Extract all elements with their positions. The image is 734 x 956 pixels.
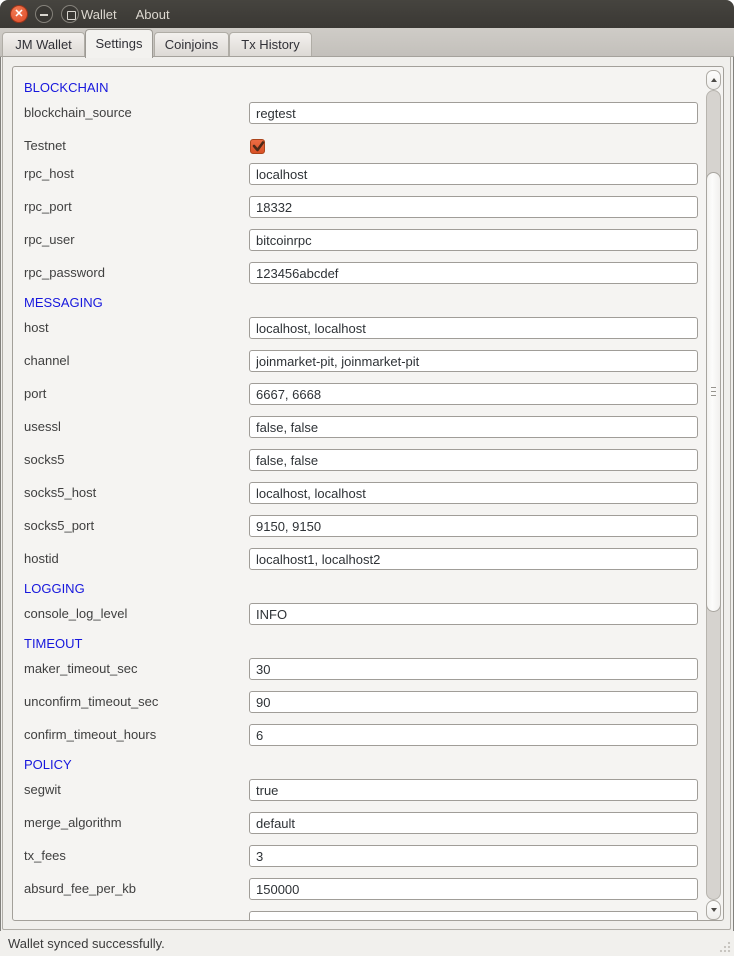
- titlebar[interactable]: ✕ Wallet About: [0, 0, 734, 29]
- tab-tx-history[interactable]: Tx History: [229, 32, 312, 57]
- field-label-channel: channel: [24, 350, 70, 372]
- socks5-input[interactable]: [249, 449, 698, 471]
- field-label-socks5_port: socks5_port: [24, 515, 94, 537]
- thumb-grip-icon: [711, 391, 716, 392]
- tab-settings[interactable]: Settings: [85, 29, 153, 58]
- field-label-segwit: segwit: [24, 779, 61, 801]
- settings-form: BLOCKCHAIN blockchain_source Testnet rpc_ho…: [13, 67, 723, 920]
- blockchain_source-input[interactable]: [249, 102, 698, 124]
- merge_algorithm-input[interactable]: [249, 812, 698, 834]
- port-input[interactable]: [249, 383, 698, 405]
- section-heading-logging: LOGGING: [24, 581, 85, 597]
- field-label-rpc_password: rpc_password: [24, 262, 105, 284]
- field-label-tx_fees: tx_fees: [24, 845, 66, 867]
- scrollbar-down-button[interactable]: [706, 900, 721, 920]
- scroll-down-icon: [711, 908, 717, 912]
- scroll-up-icon: [711, 78, 717, 82]
- confirm_timeout_hours-input[interactable]: [249, 724, 698, 746]
- minimize-icon: [40, 14, 48, 16]
- field-label-maker_timeout_sec: maker_timeout_sec: [24, 658, 137, 680]
- field-label-port: port: [24, 383, 46, 405]
- field-label-Testnet: Testnet: [24, 135, 66, 157]
- field-label-usessl: usessl: [24, 416, 61, 438]
- field-label-rpc_user: rpc_user: [24, 229, 75, 251]
- field-label-rpc_host: rpc_host: [24, 163, 74, 185]
- socks5_host-input[interactable]: [249, 482, 698, 504]
- field-label-host: host: [24, 317, 49, 339]
- scrollbar-thumb[interactable]: [706, 172, 721, 612]
- status-bar: Wallet synced successfully.: [0, 931, 734, 956]
- rpc_host-input[interactable]: [249, 163, 698, 185]
- field-label-unconfirm_timeout_sec: unconfirm_timeout_sec: [24, 691, 158, 713]
- menu-wallet[interactable]: Wallet: [79, 7, 119, 22]
- tab-jm-wallet[interactable]: JM Wallet: [2, 32, 85, 57]
- field-label-blockchain_source: blockchain_source: [24, 102, 132, 124]
- tx_fees-input[interactable]: [249, 845, 698, 867]
- resize-grip[interactable]: [716, 938, 731, 953]
- field-label-confirm_timeout_hours: confirm_timeout_hours: [24, 724, 156, 746]
- settings-tab-pane: BLOCKCHAIN blockchain_source Testnet rpc_ho…: [2, 56, 731, 930]
- segwit-input[interactable]: [249, 779, 698, 801]
- check-icon: [251, 139, 266, 154]
- host-input[interactable]: [249, 317, 698, 339]
- status-message: Wallet synced successfully.: [8, 936, 165, 951]
- field-label-hostid: hostid: [24, 548, 59, 570]
- close-icon: ✕: [11, 6, 27, 22]
- rpc_port-input[interactable]: [249, 196, 698, 218]
- maximize-button[interactable]: [61, 5, 79, 23]
- console_log_level-input[interactable]: [249, 603, 698, 625]
- section-heading-timeout: TIMEOUT: [24, 636, 83, 652]
- rpc_password-input[interactable]: [249, 262, 698, 284]
- thumb-grip-icon: [711, 387, 716, 388]
- settings-scroll-area: BLOCKCHAIN blockchain_source Testnet rpc_ho…: [12, 66, 724, 921]
- vertical-scrollbar[interactable]: [705, 68, 722, 919]
- thumb-grip-icon: [711, 395, 716, 396]
- testnet-checkbox[interactable]: [250, 139, 265, 154]
- tab-coinjoins[interactable]: Coinjoins: [154, 32, 229, 57]
- section-heading-blockchain: BLOCKCHAIN: [24, 80, 109, 96]
- field-label-merge_algorithm: merge_algorithm: [24, 812, 122, 834]
- scrollbar-up-button[interactable]: [706, 70, 721, 90]
- maker_timeout_sec-input[interactable]: [249, 658, 698, 680]
- section-heading-messaging: MESSAGING: [24, 295, 103, 311]
- menu-about[interactable]: About: [134, 7, 172, 22]
- tab-bar: JM WalletSettingsCoinjoinsTx History: [0, 28, 734, 57]
- unconfirm_timeout_sec-input[interactable]: [249, 691, 698, 713]
- socks5_port-input[interactable]: [249, 515, 698, 537]
- field-label-socks5_host: socks5_host: [24, 482, 96, 504]
- app-window: ✕ Wallet About JM WalletSettingsCoinjoin…: [0, 0, 734, 956]
- absurd_fee_per_kb-input[interactable]: [249, 878, 698, 900]
- minimize-button[interactable]: [35, 5, 53, 23]
- section-heading-policy: POLICY: [24, 757, 72, 773]
- partial-input[interactable]: [249, 911, 698, 921]
- rpc_user-input[interactable]: [249, 229, 698, 251]
- field-label-rpc_port: rpc_port: [24, 196, 72, 218]
- hostid-input[interactable]: [249, 548, 698, 570]
- field-label-absurd_fee_per_kb: absurd_fee_per_kb: [24, 878, 136, 900]
- usessl-input[interactable]: [249, 416, 698, 438]
- maximize-icon: [67, 11, 76, 20]
- field-label-console_log_level: console_log_level: [24, 603, 127, 625]
- menubar: Wallet About: [79, 0, 172, 28]
- channel-input[interactable]: [249, 350, 698, 372]
- close-button[interactable]: ✕: [10, 5, 28, 23]
- field-label-socks5: socks5: [24, 449, 64, 471]
